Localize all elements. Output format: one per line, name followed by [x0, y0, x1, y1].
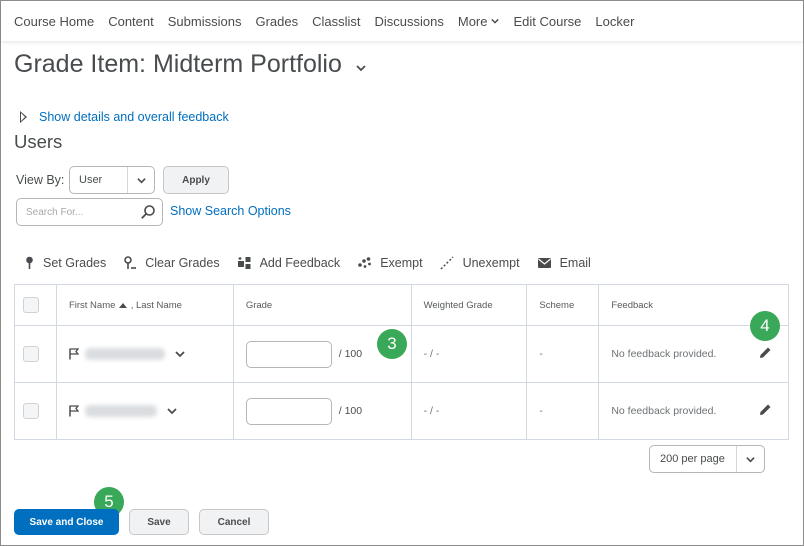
- set-grades-label: Set Grades: [43, 256, 107, 270]
- col-name: First Name , Last Name: [55, 284, 234, 326]
- chevron-down-icon: [491, 18, 500, 24]
- select-all-cell: [14, 284, 57, 326]
- details-toggle[interactable]: Show details and overall feedback: [20, 110, 229, 124]
- grade-input[interactable]: [245, 397, 332, 425]
- nav-more[interactable]: More: [458, 14, 500, 29]
- search-icon[interactable]: [140, 204, 156, 220]
- pin-icon: [26, 256, 33, 269]
- grades-toolbar: Set Grades Clear Grades Add Feedback Exe…: [24, 256, 608, 270]
- row-select-cell: [14, 325, 57, 383]
- feedback-text: No feedback provided.: [611, 348, 717, 360]
- flag-icon[interactable]: [69, 405, 79, 417]
- add-feedback-label: Add Feedback: [259, 256, 341, 270]
- nav-edit-course[interactable]: Edit Course: [513, 14, 581, 29]
- unexempt-label: Unexempt: [462, 256, 520, 270]
- section-title: Users: [14, 131, 63, 152]
- page-title: Grade Item: Midterm Portfolio: [14, 50, 366, 79]
- course-navbar: Course Home Content Submissions Grades C…: [1, 1, 803, 41]
- unexempt-icon: [440, 256, 454, 270]
- view-by-select[interactable]: User: [69, 166, 155, 194]
- name-cell: [55, 382, 234, 440]
- col-weighted-grade: Weighted Grade: [410, 284, 528, 326]
- grade-input[interactable]: [245, 340, 332, 368]
- chevron-down-icon: [746, 457, 755, 463]
- feedback-cell: No feedback provided.: [598, 382, 789, 440]
- per-page-value: 200 per page: [660, 453, 725, 465]
- redacted-student-name: [84, 348, 165, 360]
- cancel-button[interactable]: Cancel: [199, 509, 269, 535]
- row-select-cell: [14, 382, 57, 440]
- edit-feedback-pencil-icon[interactable]: [759, 403, 772, 416]
- show-details-link[interactable]: Show details and overall feedback: [39, 110, 229, 124]
- sort-first-name[interactable]: First Name: [69, 300, 115, 311]
- set-grades-button[interactable]: Set Grades: [24, 256, 106, 270]
- save-button[interactable]: Save: [129, 509, 189, 535]
- grade-cell: / 100: [232, 382, 412, 440]
- redacted-student-name: [84, 405, 157, 417]
- grade-out-of: / 100: [338, 405, 363, 417]
- unexempt-button[interactable]: Unexempt: [440, 256, 520, 270]
- view-by-label: View By:: [16, 173, 65, 187]
- exempt-icon: [358, 257, 372, 268]
- sort-ascending-icon: [119, 302, 128, 308]
- view-by-value: User: [79, 174, 103, 186]
- scheme-cell: -: [526, 325, 600, 383]
- select-divider: [127, 167, 128, 193]
- table-row: / 100 - / - - No feedback provided.: [14, 382, 789, 440]
- chevron-down-icon[interactable]: [175, 350, 185, 358]
- nav-discussions[interactable]: Discussions: [375, 14, 444, 29]
- search-placeholder: Search For...: [26, 206, 84, 218]
- clear-pin-icon: [124, 256, 137, 269]
- row-checkbox[interactable]: [23, 403, 39, 419]
- nav-grades[interactable]: Grades: [255, 14, 298, 29]
- sort-last-name[interactable]: , Last Name: [131, 300, 182, 311]
- nav-content[interactable]: Content: [108, 14, 154, 29]
- nav-submissions[interactable]: Submissions: [168, 14, 242, 29]
- show-search-options-link[interactable]: Show Search Options: [170, 204, 291, 218]
- add-feedback-icon: [237, 257, 251, 269]
- grades-table: First Name , Last Name Grade Weighted Gr…: [14, 284, 789, 440]
- clear-grades-button[interactable]: Clear Grades: [123, 256, 220, 270]
- chevron-down-icon[interactable]: [167, 407, 177, 415]
- table-header-row: First Name , Last Name Grade Weighted Gr…: [14, 284, 789, 326]
- expand-triangle-icon: [20, 111, 27, 123]
- add-feedback-button[interactable]: Add Feedback: [237, 256, 341, 270]
- weighted-grade-cell: - / -: [410, 382, 528, 440]
- callout-badge-3: 3: [377, 329, 407, 359]
- chevron-down-icon: [137, 178, 146, 184]
- exempt-label: Exempt: [380, 256, 423, 270]
- callout-badge-4: 4: [750, 311, 780, 341]
- title-menu-chevron-icon[interactable]: [356, 63, 366, 73]
- select-all-checkbox[interactable]: [23, 297, 39, 313]
- weighted-grade-cell: - / -: [410, 325, 528, 383]
- nav-course-home[interactable]: Course Home: [14, 14, 94, 29]
- email-button[interactable]: Email: [537, 256, 591, 270]
- row-checkbox[interactable]: [23, 346, 39, 362]
- email-label: Email: [559, 256, 591, 270]
- flag-icon[interactable]: [69, 348, 79, 360]
- page-title-text: Grade Item: Midterm Portfolio: [14, 50, 342, 78]
- grade-out-of: / 100: [338, 348, 363, 360]
- feedback-text: No feedback provided.: [611, 405, 717, 417]
- apply-button[interactable]: Apply: [163, 166, 229, 194]
- save-and-close-button[interactable]: Save and Close: [14, 509, 119, 535]
- select-divider: [736, 446, 737, 472]
- scheme-cell: -: [526, 382, 600, 440]
- nav-more-label: More: [457, 13, 488, 29]
- col-scheme: Scheme: [526, 284, 600, 326]
- exempt-button[interactable]: Exempt: [357, 256, 423, 270]
- edit-feedback-pencil-icon[interactable]: [759, 346, 772, 359]
- nav-classlist[interactable]: Classlist: [312, 14, 360, 29]
- name-cell: [55, 325, 234, 383]
- clear-grades-label: Clear Grades: [145, 256, 220, 270]
- search-input[interactable]: Search For...: [16, 198, 163, 226]
- per-page-select[interactable]: 200 per page: [649, 445, 765, 473]
- nav-locker[interactable]: Locker: [595, 14, 634, 29]
- email-icon: [537, 258, 551, 268]
- col-grade: Grade: [232, 284, 412, 326]
